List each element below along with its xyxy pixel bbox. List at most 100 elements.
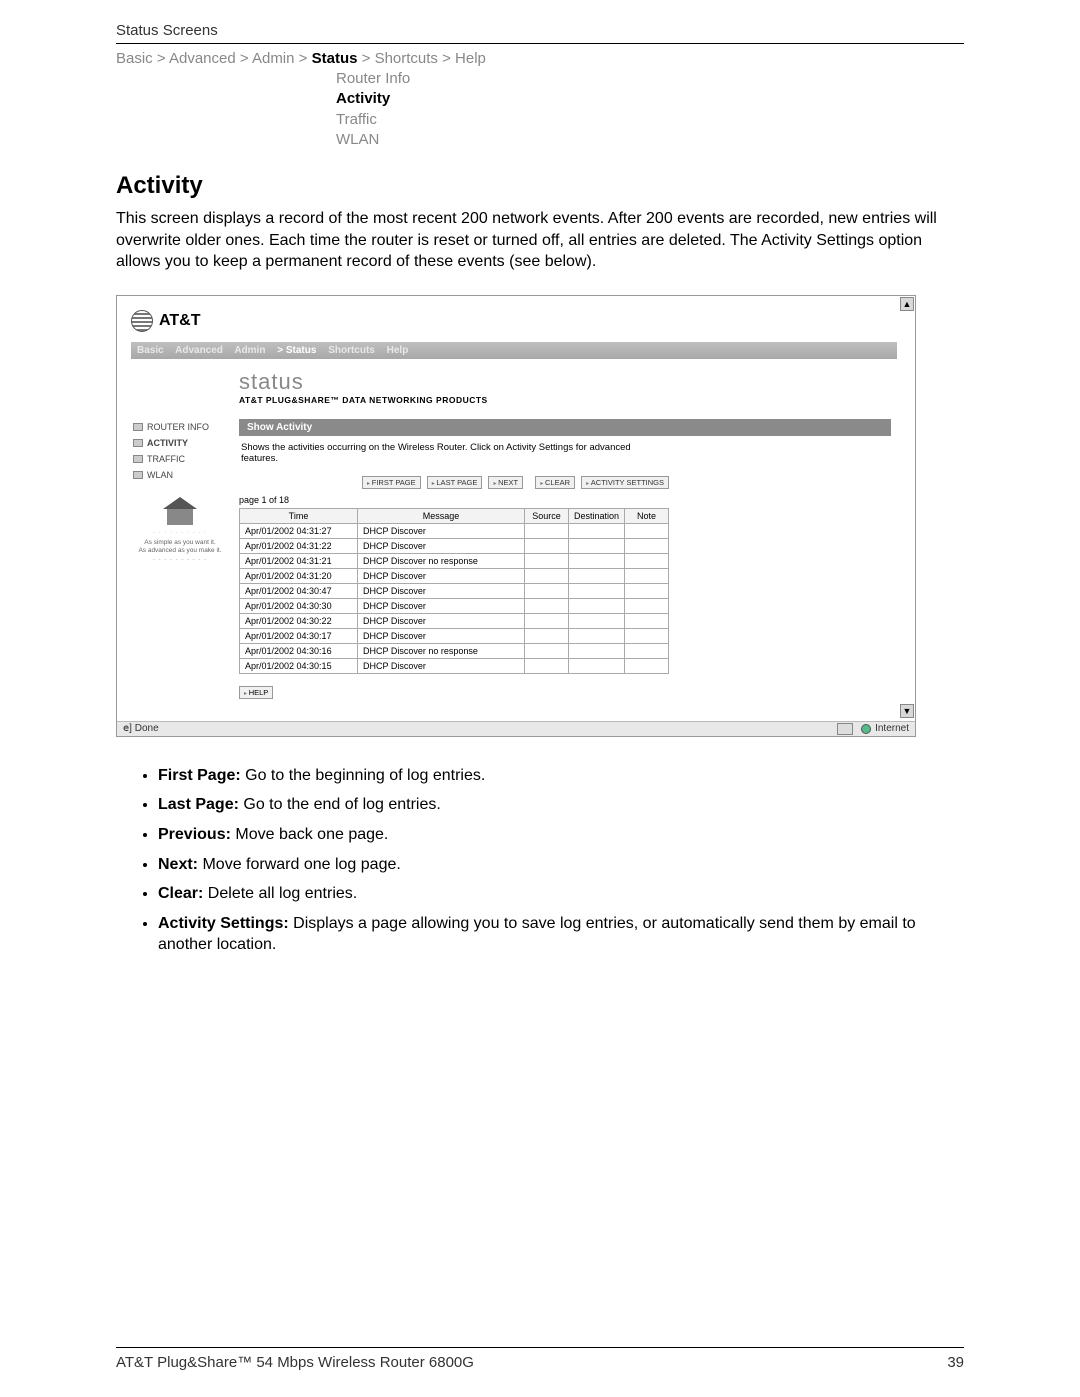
table-row: Apr/01/2002 04:30:47 DHCP Discover xyxy=(240,583,669,598)
subnav-wlan[interactable]: WLAN xyxy=(336,130,964,150)
side-activity[interactable]: ACTIVITY xyxy=(131,435,229,451)
cell-destination xyxy=(568,628,624,643)
crumb-basic[interactable]: Basic xyxy=(116,50,153,67)
bullet-icon xyxy=(133,423,143,431)
crumb-help[interactable]: Help xyxy=(455,50,486,67)
term-activity-settings: Activity Settings: xyxy=(158,915,289,932)
crumb-admin[interactable]: Admin xyxy=(252,50,295,67)
cell-time: Apr/01/2002 04:30:22 xyxy=(240,613,358,628)
tab-admin[interactable]: Admin xyxy=(234,345,265,356)
table-row: Apr/01/2002 04:30:16 DHCP Discover no re… xyxy=(240,643,669,658)
cell-message: DHCP Discover xyxy=(358,523,525,538)
panel-desc: Shows the activities occurring on the Wi… xyxy=(239,436,659,474)
breadcrumb: Basic > Advanced > Admin > Status > Shor… xyxy=(116,50,964,67)
att-logo-text: AT&T xyxy=(159,312,200,330)
page-indicator: page 1 of 18 xyxy=(239,495,891,505)
cell-message: DHCP Discover xyxy=(358,598,525,613)
cell-destination xyxy=(568,658,624,673)
cell-note xyxy=(625,538,669,553)
term-last-page: Last Page: xyxy=(158,796,239,813)
cell-note xyxy=(625,598,669,613)
next-button[interactable]: NEXT xyxy=(488,476,523,489)
page-title: Activity xyxy=(116,172,964,200)
term-next: Next: xyxy=(158,856,198,873)
status-internet: Internet xyxy=(875,723,909,734)
cell-destination xyxy=(568,523,624,538)
tagline-1: As simple as you want it. xyxy=(131,539,229,547)
subnav-traffic[interactable]: Traffic xyxy=(336,110,964,130)
scrollbar-down-icon[interactable]: ▼ xyxy=(900,704,914,718)
desc-last-page: Go to the end of log entries. xyxy=(239,796,441,813)
cell-time: Apr/01/2002 04:31:21 xyxy=(240,553,358,568)
status-title: status xyxy=(239,369,891,395)
cell-destination xyxy=(568,553,624,568)
cell-time: Apr/01/2002 04:30:30 xyxy=(240,598,358,613)
internet-icon xyxy=(861,724,871,734)
cell-source xyxy=(524,628,568,643)
table-row: Apr/01/2002 04:30:15 DHCP Discover xyxy=(240,658,669,673)
cell-time: Apr/01/2002 04:31:20 xyxy=(240,568,358,583)
term-first-page: First Page: xyxy=(158,767,241,784)
side-wlan[interactable]: WLAN xyxy=(131,467,229,483)
term-previous: Previous: xyxy=(158,826,231,843)
cell-note xyxy=(625,658,669,673)
cell-time: Apr/01/2002 04:30:17 xyxy=(240,628,358,643)
router-screenshot: ▲ ▼ AT&T Basic Advanced Admin Status Sho… xyxy=(116,295,916,737)
panel-header: Show Activity xyxy=(239,419,891,436)
col-destination: Destination xyxy=(568,508,624,523)
tab-status[interactable]: Status xyxy=(277,345,316,356)
side-router-info-label: ROUTER INFO xyxy=(147,422,209,432)
subnav-activity[interactable]: Activity xyxy=(336,89,964,109)
att-logo: AT&T xyxy=(131,310,897,332)
cell-source xyxy=(524,568,568,583)
crumb-advanced[interactable]: Advanced xyxy=(169,50,236,67)
side-router-info[interactable]: ROUTER INFO xyxy=(131,419,229,435)
term-clear: Clear: xyxy=(158,885,203,902)
att-globe-icon xyxy=(131,310,153,332)
tab-shortcuts[interactable]: Shortcuts xyxy=(328,345,375,356)
crumb-shortcuts[interactable]: Shortcuts xyxy=(375,50,438,67)
shot-sidebar: ROUTER INFO ACTIVITY TRAFFIC WLAN · · · … xyxy=(131,359,229,713)
first-page-button[interactable]: FIRST PAGE xyxy=(362,476,421,489)
side-traffic[interactable]: TRAFFIC xyxy=(131,451,229,467)
cell-note xyxy=(625,613,669,628)
status-done: Done xyxy=(135,723,159,734)
crumb-status[interactable]: Status xyxy=(312,50,358,67)
cell-message: DHCP Discover xyxy=(358,628,525,643)
table-row: Apr/01/2002 04:31:27 DHCP Discover xyxy=(240,523,669,538)
desc-next: Move forward one log page. xyxy=(198,856,401,873)
desc-clear: Delete all log entries. xyxy=(203,885,357,902)
tab-help[interactable]: Help xyxy=(387,345,409,356)
list-item: Clear: Delete all log entries. xyxy=(158,883,964,905)
header-section: Status Screens xyxy=(116,22,964,43)
footer-product: AT&T Plug&Share™ 54 Mbps Wireless Router… xyxy=(116,1354,474,1371)
cell-time: Apr/01/2002 04:31:22 xyxy=(240,538,358,553)
col-note: Note xyxy=(625,508,669,523)
subnav: Router Info Activity Traffic WLAN xyxy=(336,69,964,150)
tab-advanced[interactable]: Advanced xyxy=(175,345,223,356)
last-page-button[interactable]: LAST PAGE xyxy=(427,476,483,489)
cell-destination xyxy=(568,598,624,613)
col-time: Time xyxy=(240,508,358,523)
cell-destination xyxy=(568,613,624,628)
activity-settings-button[interactable]: ACTIVITY SETTINGS xyxy=(581,476,669,489)
cell-note xyxy=(625,568,669,583)
help-button[interactable]: HELP xyxy=(239,686,273,699)
definitions-list: First Page: Go to the beginning of log e… xyxy=(116,765,964,956)
list-item: Previous: Move back one page. xyxy=(158,824,964,846)
subnav-router-info[interactable]: Router Info xyxy=(336,69,964,89)
cell-source xyxy=(524,538,568,553)
status-box-icon xyxy=(837,723,853,735)
table-row: Apr/01/2002 04:31:22 DHCP Discover xyxy=(240,538,669,553)
tab-basic[interactable]: Basic xyxy=(137,345,164,356)
clear-button[interactable]: CLEAR xyxy=(535,476,575,489)
cell-time: Apr/01/2002 04:30:15 xyxy=(240,658,358,673)
table-row: Apr/01/2002 04:31:20 DHCP Discover xyxy=(240,568,669,583)
scrollbar-up-icon[interactable]: ▲ xyxy=(900,297,914,311)
cell-note xyxy=(625,583,669,598)
list-item: Next: Move forward one log page. xyxy=(158,854,964,876)
dots-divider: - - - - - - - - - - xyxy=(131,557,229,563)
bullet-icon xyxy=(133,471,143,479)
bullet-icon xyxy=(133,439,143,447)
cell-source xyxy=(524,583,568,598)
